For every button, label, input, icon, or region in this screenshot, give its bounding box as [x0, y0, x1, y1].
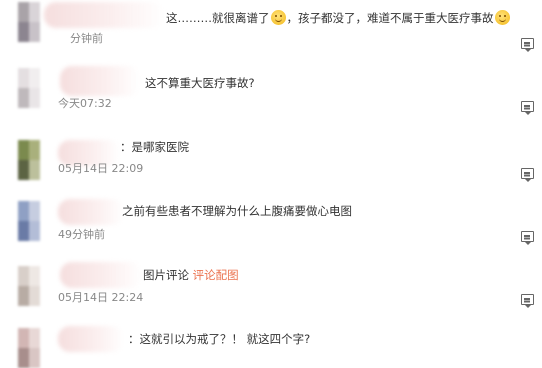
comment-text: 这………就很离谱了 ，孩子都没了，难道不属于重大医疗事故: [166, 10, 511, 26]
comment-reply-icon[interactable]: [521, 294, 534, 308]
username-blurred[interactable]: [60, 66, 140, 96]
comment-item: 之前有些患者不理解为什么上腹痛要做心电图 49分钟前: [0, 195, 542, 255]
avatar[interactable]: [18, 140, 40, 180]
smiley-emoji-icon: [270, 10, 286, 25]
comment-text: 这不算重大医疗事故?: [145, 76, 255, 90]
smiley-emoji-icon: [494, 10, 510, 25]
comment-text: ：这就引以为戒了？！ 就这四个字?: [128, 332, 311, 346]
comment-reply-icon[interactable]: [521, 231, 534, 245]
comment-time: 05月14日 22:24: [58, 291, 144, 304]
image-comment-label: 图片评论: [143, 268, 189, 282]
comment-item: ：是哪家医院 05月14日 22:09: [0, 132, 542, 192]
avatar[interactable]: [18, 266, 40, 306]
comment-text: 之前有些患者不理解为什么上腹痛要做心电图: [122, 204, 352, 218]
comment-item: 图片评论 评论配图 05月14日 22:24: [0, 260, 542, 318]
comment-item: 这不算重大医疗事故? 今天07:32: [0, 60, 542, 118]
comment-item: ：这就引以为戒了？！ 就这四个字?: [0, 322, 542, 368]
view-image-link[interactable]: 评论配图: [193, 268, 239, 282]
avatar[interactable]: [18, 201, 40, 241]
comment-text: 图片评论 评论配图: [143, 267, 239, 283]
comment-item: 这………就很离谱了 ，孩子都没了，难道不属于重大医疗事故 分钟前: [0, 0, 542, 60]
comment-reply-icon[interactable]: [521, 101, 534, 115]
comment-time: 05月14日 22:09: [58, 162, 144, 175]
avatar[interactable]: [18, 68, 40, 108]
comment-time: 49分钟前: [58, 228, 105, 241]
comment-time: 今天07:32: [58, 97, 112, 110]
username-blurred[interactable]: [60, 262, 142, 288]
avatar[interactable]: [18, 2, 40, 42]
comment-time: 分钟前: [70, 32, 103, 45]
comment-reply-icon[interactable]: [521, 168, 534, 182]
username-blurred[interactable]: [58, 326, 124, 352]
username-blurred[interactable]: [44, 2, 164, 28]
comment-reply-icon[interactable]: [521, 38, 534, 52]
username-blurred[interactable]: [58, 199, 124, 225]
comment-text: ：是哪家医院: [120, 140, 189, 154]
avatar[interactable]: [18, 328, 40, 368]
